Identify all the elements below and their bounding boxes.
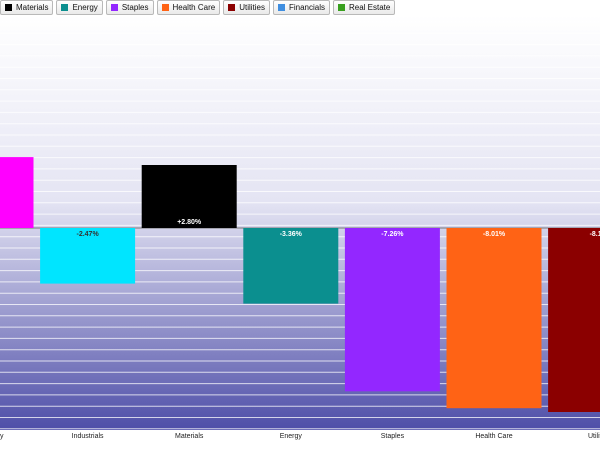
x-tick-label: y (0, 433, 4, 440)
x-tick-label: Industrials (72, 433, 104, 440)
data-label: +2.80% (177, 219, 202, 226)
x-axis-ticks: y Industrials Materials Energy Staples Health… (0, 433, 600, 440)
bar-technology[interactable] (0, 157, 34, 228)
x-tick-label: Materials (175, 433, 204, 440)
bar-health-care[interactable] (446, 228, 542, 409)
bar-chart: -2.47% +2.80% -3.36% -7.26% -8.01% -8.1 y Indu… (0, 15, 600, 440)
data-label: -7.26% (381, 231, 404, 238)
x-tick-label: Utiliti (588, 433, 600, 440)
x-tick-label: Staples (381, 433, 405, 440)
data-label: -8.01% (483, 231, 506, 238)
bar-utilities[interactable] (548, 228, 600, 412)
x-tick-label: Energy (280, 433, 303, 440)
data-label: -2.47% (77, 231, 100, 238)
bar-energy[interactable] (243, 228, 339, 304)
x-tick-label: Health Care (475, 433, 512, 440)
data-label: -3.36% (280, 231, 303, 238)
bar-staples[interactable] (344, 228, 440, 392)
data-label: -8.1 (590, 231, 600, 238)
